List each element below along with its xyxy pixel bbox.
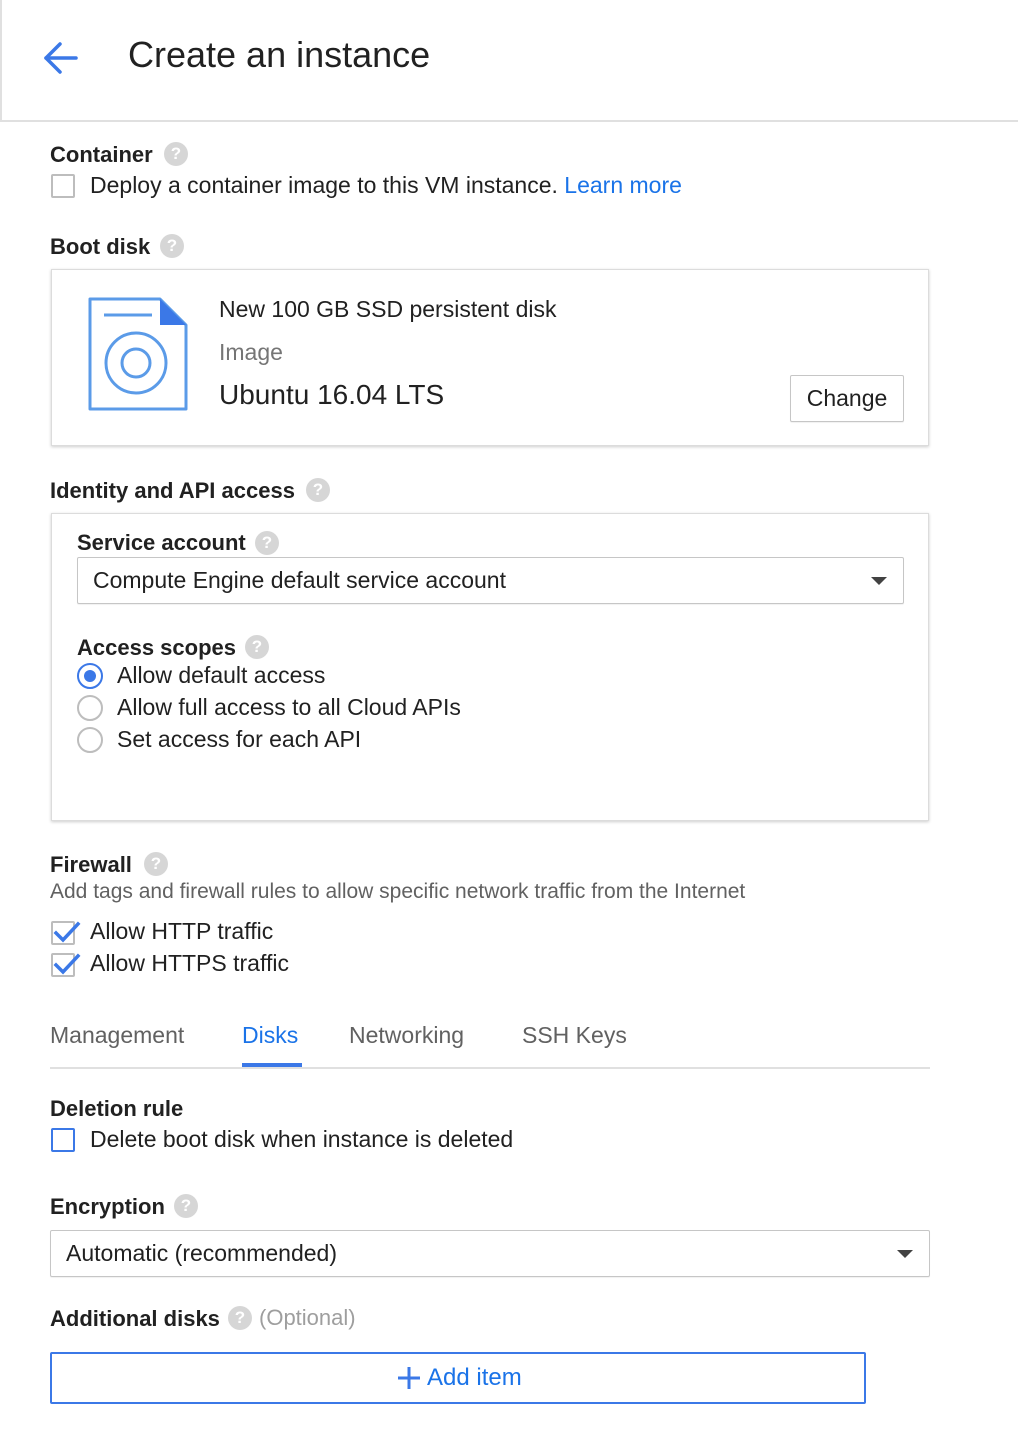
help-icon[interactable]: ? xyxy=(144,852,168,876)
deletion-rule-label: Deletion rule xyxy=(50,1096,184,1121)
firewall-label: Firewall xyxy=(50,852,132,877)
disk-title: New 100 GB SSD persistent disk xyxy=(219,296,557,322)
boot-disk-label: Boot disk xyxy=(50,234,151,259)
chevron-down-icon xyxy=(871,577,887,585)
scope-label: Allow full access to all Cloud APIs xyxy=(117,694,461,720)
plus-icon xyxy=(397,1366,421,1390)
page-title: Create an instance xyxy=(128,34,431,75)
https-label: Allow HTTPS traffic xyxy=(90,950,289,976)
tab-management[interactable]: Management xyxy=(50,1022,184,1049)
checkmark-icon xyxy=(53,953,81,975)
help-icon[interactable]: ? xyxy=(228,1306,252,1330)
tab-ssh-keys[interactable]: SSH Keys xyxy=(522,1022,627,1049)
delete-boot-disk-label: Delete boot disk when instance is delete… xyxy=(90,1126,514,1152)
container-checkbox-label: Deploy a container image to this VM inst… xyxy=(90,172,682,199)
container-checkbox[interactable] xyxy=(51,174,75,198)
checkmark-icon xyxy=(53,921,81,943)
tab-disks[interactable]: Disks xyxy=(242,1022,298,1049)
additional-disks-label: Additional disks xyxy=(50,1306,220,1331)
boot-disk-card: New 100 GB SSD persistent disk Image Ubu… xyxy=(51,269,929,446)
container-label: Container xyxy=(50,142,153,167)
add-item-label: Add item xyxy=(427,1364,522,1391)
disk-image-icon xyxy=(88,297,188,413)
http-checkbox[interactable] xyxy=(51,921,81,945)
encryption-select[interactable]: Automatic (recommended) xyxy=(50,1230,930,1277)
firewall-description: Add tags and firewall rules to allow spe… xyxy=(50,880,746,903)
help-icon[interactable]: ? xyxy=(245,635,269,659)
image-name: Ubuntu 16.04 LTS xyxy=(219,379,445,410)
encryption-value: Automatic (recommended) xyxy=(66,1240,337,1266)
learn-more-link[interactable]: Learn more xyxy=(564,172,682,198)
change-button[interactable]: Change xyxy=(790,375,904,422)
image-label: Image xyxy=(219,339,283,365)
help-icon[interactable]: ? xyxy=(306,478,330,502)
add-item-button[interactable]: Add item xyxy=(50,1352,866,1404)
https-checkbox[interactable] xyxy=(51,953,81,977)
service-account-select[interactable]: Compute Engine default service account xyxy=(77,557,904,604)
access-scopes-label: Access scopes xyxy=(77,635,236,660)
container-description: Deploy a container image to this VM inst… xyxy=(90,172,558,198)
service-account-label: Service account xyxy=(77,530,246,555)
radio-set-access[interactable] xyxy=(77,727,103,753)
help-icon[interactable]: ? xyxy=(255,531,279,555)
identity-label: Identity and API access xyxy=(50,478,295,503)
identity-card: Service account ? Compute Engine default… xyxy=(51,513,929,821)
encryption-label: Encryption xyxy=(50,1194,165,1219)
chevron-down-icon xyxy=(897,1250,913,1258)
page-header: Create an instance xyxy=(0,0,1018,122)
help-icon[interactable]: ? xyxy=(160,234,184,258)
optional-label: (Optional) xyxy=(259,1305,356,1330)
help-icon[interactable]: ? xyxy=(164,142,188,166)
tab-networking[interactable]: Networking xyxy=(349,1022,464,1049)
tabs-divider xyxy=(50,1067,930,1069)
service-account-value: Compute Engine default service account xyxy=(93,567,506,593)
http-label: Allow HTTP traffic xyxy=(90,918,274,944)
scope-label: Allow default access xyxy=(117,662,326,688)
help-icon[interactable]: ? xyxy=(174,1194,198,1218)
radio-full-access[interactable] xyxy=(77,695,103,721)
radio-default-access[interactable] xyxy=(77,663,103,689)
scope-label: Set access for each API xyxy=(117,726,362,752)
delete-boot-disk-checkbox[interactable] xyxy=(51,1128,75,1152)
arrow-left-icon[interactable] xyxy=(40,40,80,76)
